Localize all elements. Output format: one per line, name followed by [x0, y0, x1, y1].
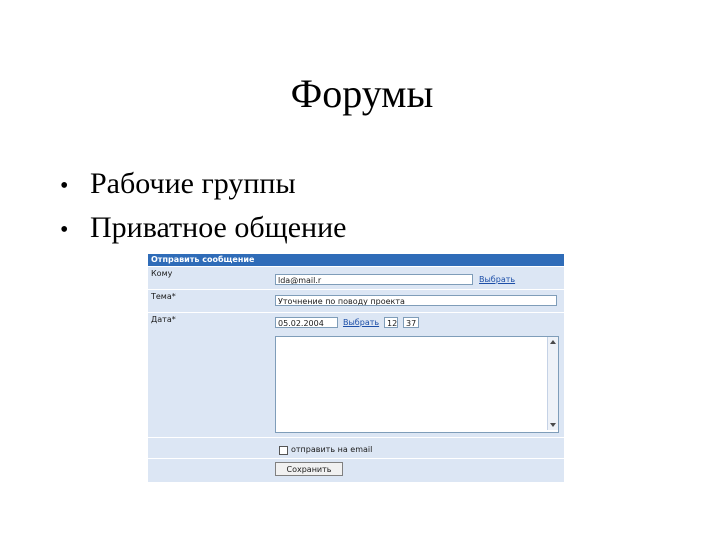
hour-input[interactable]: 12: [384, 317, 398, 328]
message-form-screenshot: Отправить сообщение Кому lda@mail.r Выбр…: [148, 254, 564, 482]
date-select-link[interactable]: Выбрать: [343, 318, 379, 327]
to-select-link[interactable]: Выбрать: [479, 275, 515, 284]
bullet-dot: •: [60, 217, 69, 243]
minute-input[interactable]: 37: [403, 317, 419, 328]
bullet-list: • Рабочие группы • Приватное общение: [60, 163, 346, 251]
subject-row: Тема* Уточнение по поводу проекта: [148, 289, 564, 312]
bullet-item: • Рабочие группы: [60, 163, 346, 207]
save-button[interactable]: Сохранить: [275, 462, 343, 476]
bullet-item: • Приватное общение: [60, 207, 346, 251]
bullet-dot: •: [60, 173, 69, 199]
scroll-down-icon[interactable]: [550, 423, 556, 427]
divider: [148, 437, 564, 438]
to-row: Кому lda@mail.r Выбрать: [148, 266, 564, 289]
form-header: Отправить сообщение: [148, 254, 564, 266]
to-label: Кому: [151, 269, 173, 278]
subject-input[interactable]: Уточнение по поводу проекта: [275, 295, 557, 306]
message-textarea[interactable]: [275, 336, 559, 433]
scroll-up-icon[interactable]: [550, 340, 556, 344]
date-row: Дата* 05.02.2004 Выбрать 12 37: [148, 312, 564, 335]
slide-title: Форумы: [290, 71, 434, 116]
divider: [148, 458, 564, 459]
bullet-text: Рабочие группы: [90, 167, 296, 200]
date-input[interactable]: 05.02.2004: [275, 317, 338, 328]
to-input[interactable]: lda@mail.r: [275, 274, 473, 285]
textarea-scrollbar[interactable]: [547, 337, 558, 430]
email-checkbox-label: отправить на email: [291, 445, 373, 454]
subject-label: Тема*: [151, 292, 176, 301]
date-label: Дата*: [151, 315, 176, 324]
bullet-text: Приватное общение: [90, 211, 347, 244]
email-checkbox[interactable]: [279, 446, 288, 455]
